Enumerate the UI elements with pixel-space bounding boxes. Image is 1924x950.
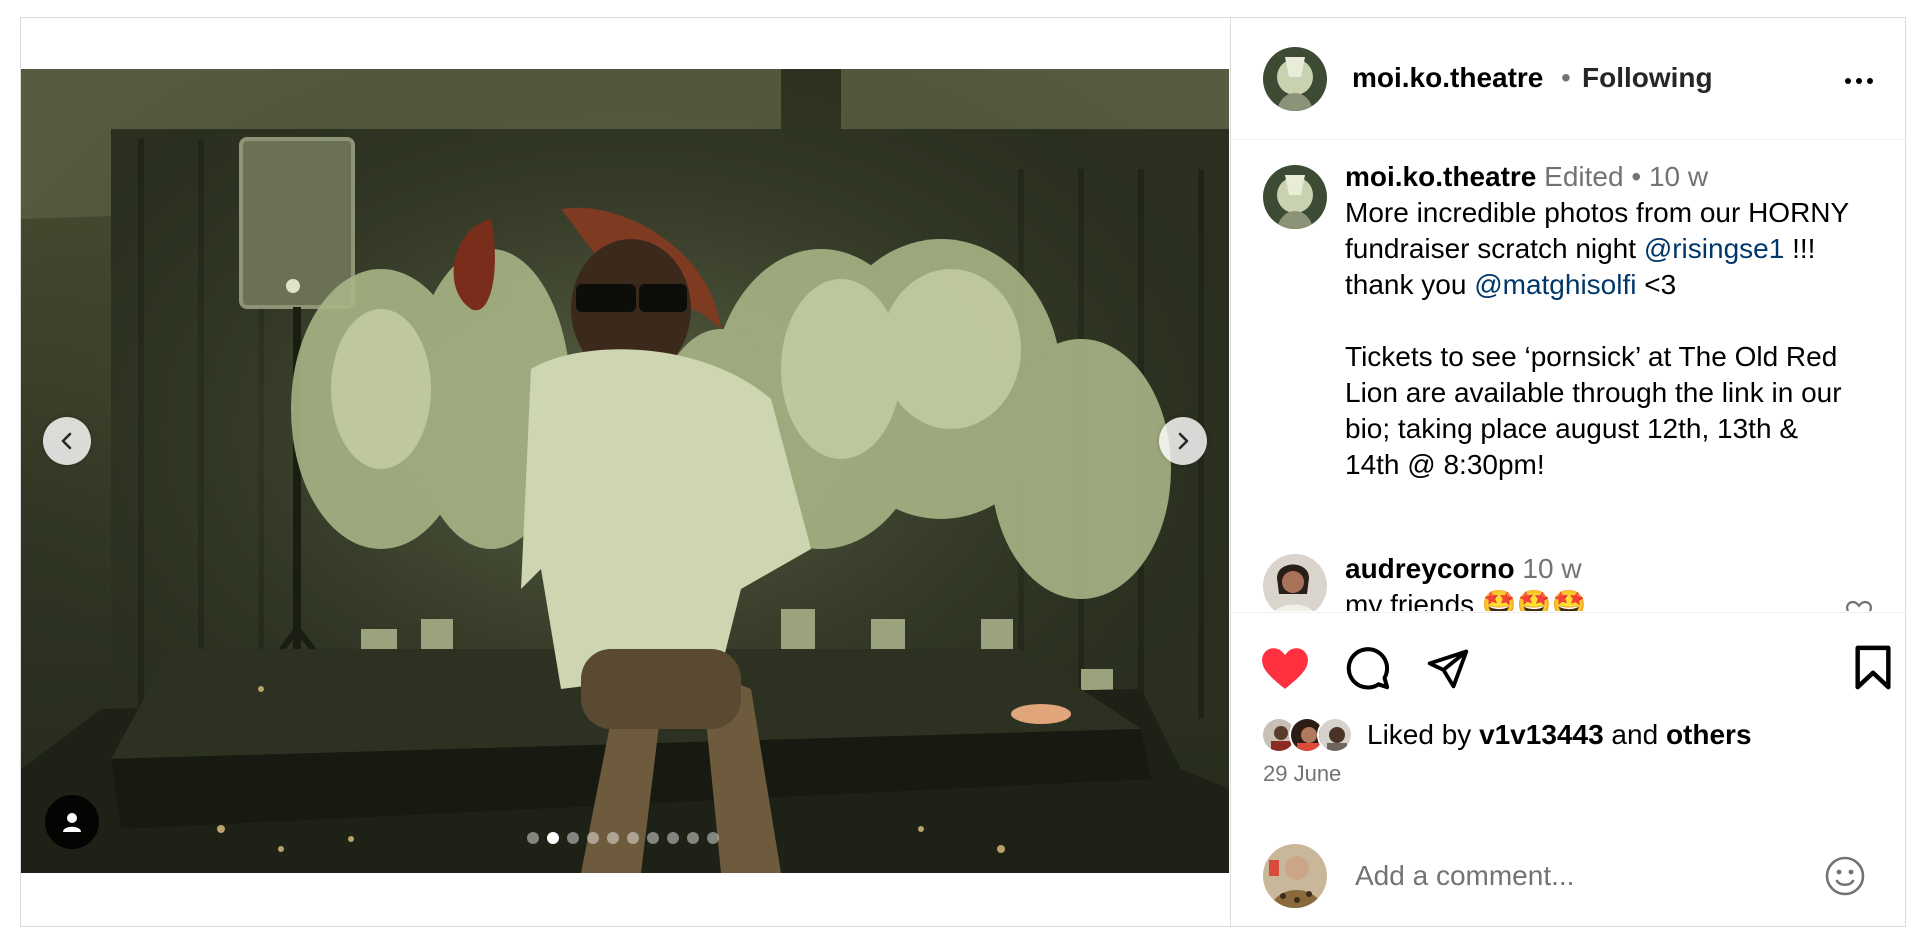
- caption-line: Tickets to see ‘pornsick’ at The Old Red: [1345, 341, 1838, 372]
- carousel-prev-button[interactable]: [43, 417, 91, 465]
- post-side-panel: moi.ko.theatre • Following moi.ko.theatr…: [1230, 18, 1907, 926]
- caption-line: bio; taking place august 12th, 13th &: [1345, 413, 1798, 444]
- mention-link[interactable]: @matghisolfi: [1474, 269, 1636, 300]
- carousel-dot: [607, 832, 619, 844]
- more-options-button[interactable]: [1837, 66, 1881, 96]
- carousel-dot: [687, 832, 699, 844]
- following-button[interactable]: Following: [1582, 62, 1713, 94]
- post-caption: moi.ko.theatre Edited • 10 w More incred…: [1345, 159, 1885, 483]
- comment-username[interactable]: audreycorno: [1345, 553, 1515, 584]
- more-horizontal-icon: [1845, 78, 1851, 84]
- post-header: moi.ko.theatre • Following: [1231, 18, 1907, 140]
- author-avatar[interactable]: [1263, 47, 1327, 111]
- liked-by-text: Liked by v1v13443 and others: [1367, 719, 1752, 751]
- paper-plane-icon: [1427, 649, 1469, 689]
- carousel-dot: [527, 832, 539, 844]
- carousel-next-button[interactable]: [1159, 417, 1207, 465]
- heart-filled-icon: [1262, 648, 1308, 689]
- carousel-dot: [707, 832, 719, 844]
- liked-by-and: and: [1603, 719, 1666, 750]
- more-dot: [1856, 78, 1862, 84]
- caption-line: More incredible photos from our HORNY: [1345, 197, 1850, 228]
- edited-label: Edited: [1544, 161, 1624, 192]
- comment-like-heart-icon[interactable]: [1844, 597, 1874, 611]
- commenter-avatar[interactable]: [1263, 554, 1327, 611]
- save-button[interactable]: [1845, 640, 1901, 696]
- caption-text: !!!: [1784, 233, 1816, 264]
- comment-time[interactable]: 10 w: [1522, 553, 1581, 584]
- caption-line: 14th @ 8:30pm!: [1345, 449, 1545, 480]
- follow-separator: •: [1561, 62, 1571, 93]
- caption-text: <3: [1636, 269, 1677, 300]
- carousel-dot: [567, 832, 579, 844]
- carousel-dot: [547, 832, 559, 844]
- liker-avatar[interactable]: [1317, 717, 1353, 753]
- comment-bubble-icon: [1346, 647, 1390, 690]
- more-dot: [1867, 78, 1873, 84]
- current-user-avatar: [1263, 844, 1327, 908]
- post-media: [21, 18, 1229, 926]
- add-comment-bar: [1231, 828, 1907, 926]
- like-button[interactable]: [1257, 640, 1313, 696]
- chevron-right-icon: [1178, 432, 1189, 450]
- liked-by-others-link[interactable]: others: [1666, 719, 1752, 750]
- comment-header: audreycorno 10 w: [1345, 551, 1582, 587]
- carousel-dot: [587, 832, 599, 844]
- post-actions: Liked by v1v13443 and others 29 June: [1231, 612, 1907, 796]
- liked-by-prefix: Liked by: [1367, 719, 1480, 750]
- author-username[interactable]: moi.ko.theatre: [1352, 62, 1543, 94]
- caption-author-avatar[interactable]: [1263, 165, 1327, 229]
- post-date[interactable]: 29 June: [1263, 761, 1341, 787]
- likes-summary: Liked by v1v13443 and others: [1261, 715, 1752, 755]
- carousel-dot: [647, 832, 659, 844]
- caption-line: thank you @matghisolfi <3: [1345, 267, 1885, 303]
- caption-username[interactable]: moi.ko.theatre: [1345, 161, 1536, 192]
- share-button[interactable]: [1420, 640, 1476, 696]
- comment-text: my friends 🤩🤩🤩: [1345, 589, 1587, 611]
- chevron-left-icon: [61, 432, 72, 450]
- caption-line: Lion are available through the link in o…: [1345, 377, 1842, 408]
- carousel-indicators: [527, 832, 719, 844]
- liker-username[interactable]: v1v13443: [1479, 719, 1604, 750]
- mention-link[interactable]: @risingse1: [1644, 233, 1784, 264]
- post-photo: [21, 69, 1229, 873]
- comment-button[interactable]: [1340, 640, 1396, 696]
- caption-line: fundraiser scratch night @risingse1 !!!: [1345, 231, 1885, 267]
- caption-text: fundraiser scratch night: [1345, 233, 1644, 264]
- instagram-post-dialog: moi.ko.theatre • Following moi.ko.theatr…: [20, 17, 1907, 927]
- caption-time[interactable]: 10 w: [1649, 161, 1708, 192]
- emoji-smiley-icon[interactable]: [1821, 852, 1869, 900]
- user-tag-icon: [63, 813, 81, 832]
- caption-text: thank you: [1345, 269, 1475, 300]
- comments-section[interactable]: moi.ko.theatre Edited • 10 w More incred…: [1231, 141, 1907, 611]
- caption-header: moi.ko.theatre Edited • 10 w: [1345, 159, 1885, 195]
- add-comment-input[interactable]: [1355, 856, 1775, 896]
- carousel-dot: [667, 832, 679, 844]
- carousel-dot: [627, 832, 639, 844]
- bookmark-icon: [1855, 645, 1891, 690]
- tagged-users-button[interactable]: [45, 795, 99, 849]
- photo-illustration: [21, 69, 1229, 873]
- meta-dot: •: [1631, 161, 1642, 192]
